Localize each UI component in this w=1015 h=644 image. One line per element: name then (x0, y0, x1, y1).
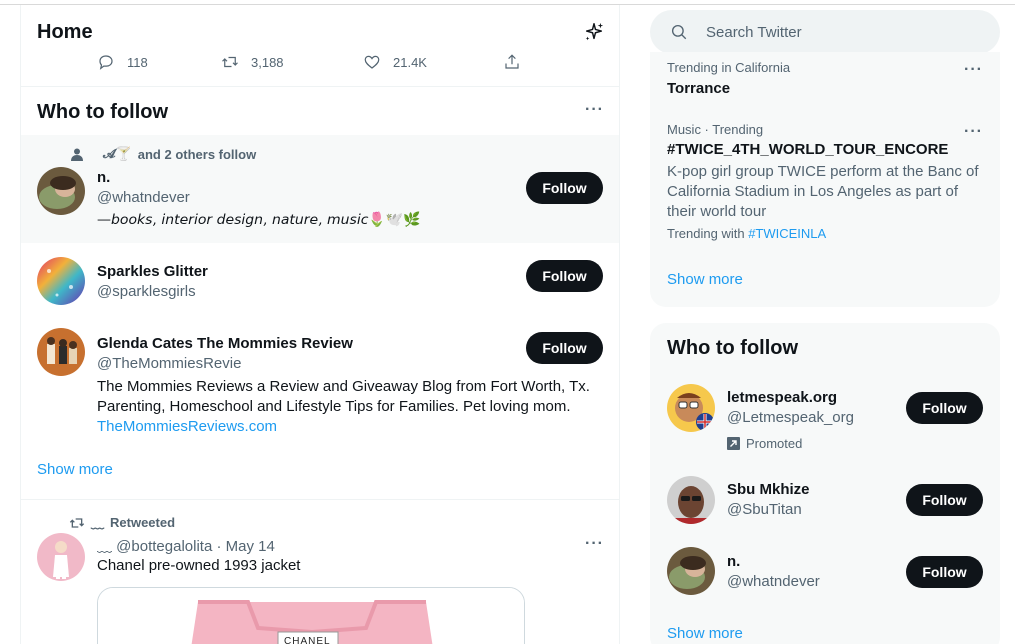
who-to-follow-title: Who to follow (37, 101, 169, 123)
more-options-icon[interactable]: ··· (585, 101, 604, 119)
like-count: 21.4K (393, 54, 427, 70)
retweet-icon (69, 517, 85, 528)
user-name[interactable]: n. (97, 169, 110, 186)
follow-button[interactable]: Follow (526, 260, 603, 292)
avatar[interactable] (37, 533, 85, 581)
user-handle: @TheMommiesRevie (97, 355, 242, 372)
promoted-label: Promoted (727, 436, 802, 451)
user-bio: —𝘣𝘰𝘰𝘬𝘴, 𝘪𝘯𝘵𝘦𝘳𝘪𝘰𝘳 𝘥𝘦𝘴𝘪𝘨𝘯, 𝘯𝘢𝘵𝘶𝘳𝘦, 𝘮𝘶𝘴𝘪𝘤🌷🕊… (97, 212, 421, 228)
main-timeline: Home 118 3,188 21.4K Who to follow ··· 𝓐… (20, 5, 620, 644)
trend-category: Trending in California (667, 60, 791, 75)
avatar[interactable] (667, 547, 715, 595)
user-bio-link[interactable]: TheMommiesReviews.com (97, 418, 277, 435)
trending-with-label: Trending with (667, 226, 745, 241)
tweet-media[interactable]: CHANEL (97, 587, 525, 644)
reply-count: 118 (127, 54, 148, 70)
trend-name[interactable]: Torrance (667, 80, 730, 97)
search-input[interactable] (706, 10, 986, 54)
retweeted-label: ﹏ Retweeted (69, 513, 175, 532)
user-name[interactable]: Glenda Cates The Mommies Review (97, 335, 353, 352)
trends-panel: Trending in California Torrance ··· Musi… (650, 52, 1000, 307)
trending-with: Trending with #TWICEINLA (667, 226, 826, 241)
user-name[interactable]: n. (727, 553, 740, 570)
more-options-icon[interactable]: ··· (964, 61, 983, 79)
share-icon (505, 54, 519, 69)
like-action[interactable]: 21.4K (363, 53, 427, 71)
more-options-icon[interactable]: ··· (964, 123, 983, 141)
promoted-text: Promoted (746, 436, 803, 451)
more-options-icon[interactable]: ··· (585, 535, 604, 553)
follow-button[interactable]: Follow (526, 332, 603, 364)
show-more-link[interactable]: Show more (667, 625, 743, 642)
search-bar[interactable] (650, 10, 1000, 54)
follow-card-sparklesgirls[interactable]: Sparkles Glitter @sparklesgirls Follow (21, 243, 619, 315)
divider (21, 499, 619, 500)
user-handle: @sparklesgirls (97, 283, 196, 300)
reply-action[interactable]: 118 (97, 53, 148, 71)
avatar[interactable] (37, 257, 85, 305)
show-more-link[interactable]: Show more (667, 271, 743, 288)
trend-category: Music · Trending (667, 122, 764, 137)
retweeted-text: Retweeted (110, 515, 176, 530)
divider (21, 86, 619, 87)
home-header: Home (21, 5, 619, 57)
social-prefix: 𝓐🍸 (103, 146, 132, 161)
user-name[interactable]: letmespeak.org (727, 389, 837, 406)
user-bio-text: The Mommies Reviews a Review and Giveawa… (97, 378, 590, 415)
follow-button[interactable]: Follow (906, 556, 983, 588)
trend-name[interactable]: #TWICE_4TH_WORLD_TOUR_ENCORE (667, 141, 948, 158)
follow-card-themommiesrevie[interactable]: Glenda Cates The Mommies Review @TheMomm… (21, 315, 619, 447)
heart-icon (364, 55, 380, 69)
tweet-action-bar: 118 3,188 21.4K (21, 53, 619, 81)
user-handle: @whatndever (727, 573, 820, 590)
search-icon (671, 24, 687, 40)
retweet-icon (222, 56, 238, 68)
avatar[interactable] (37, 167, 85, 215)
user-handle: @Letmespeak_org (727, 409, 854, 426)
who-to-follow-panel: Who to follow letmespeak.org @Letmespeak… (650, 323, 1000, 644)
user-handle: @SbuTitan (727, 501, 802, 518)
sparkle-icon[interactable] (583, 21, 605, 43)
social-context: 𝓐🍸 and 2 others follow (71, 146, 256, 162)
follow-button[interactable]: Follow (906, 392, 983, 424)
avatar[interactable] (667, 476, 715, 524)
page-title: Home (37, 21, 93, 43)
avatar[interactable] (37, 328, 85, 376)
follow-button[interactable]: Follow (906, 484, 983, 516)
social-context-text: and 2 others follow (137, 146, 257, 162)
who-to-follow-title: Who to follow (667, 337, 799, 359)
retweet-action[interactable]: 3,188 (221, 53, 284, 71)
retweet-count: 3,188 (251, 54, 284, 70)
follow-button[interactable]: Follow (526, 172, 603, 204)
trending-with-tag[interactable]: #TWICEINLA (748, 226, 826, 241)
user-name[interactable]: Sparkles Glitter (97, 263, 208, 280)
promoted-icon (727, 437, 740, 450)
follow-card-whatndever[interactable]: 𝓐🍸 and 2 others follow n. @whatndever —𝘣… (21, 135, 619, 243)
tweet-author[interactable]: ﹏ @bottegalolita · May 14 (97, 535, 275, 556)
trend-description: K-pop girl group TWICE perform at the Ba… (667, 163, 979, 220)
person-icon (71, 148, 83, 161)
show-more-link[interactable]: Show more (37, 461, 113, 478)
tweet-text: Chanel pre-owned 1993 jacket (97, 557, 301, 574)
user-bio: The Mommies Reviews a Review and Giveawa… (97, 377, 597, 437)
user-handle: @whatndever (97, 189, 190, 206)
media-label: CHANEL (284, 636, 331, 644)
share-action[interactable] (503, 53, 521, 71)
user-name[interactable]: Sbu Mkhize (727, 481, 810, 498)
reply-icon (99, 55, 113, 70)
retweeted-prefix: ﹏ (91, 516, 105, 531)
avatar[interactable] (667, 384, 715, 432)
